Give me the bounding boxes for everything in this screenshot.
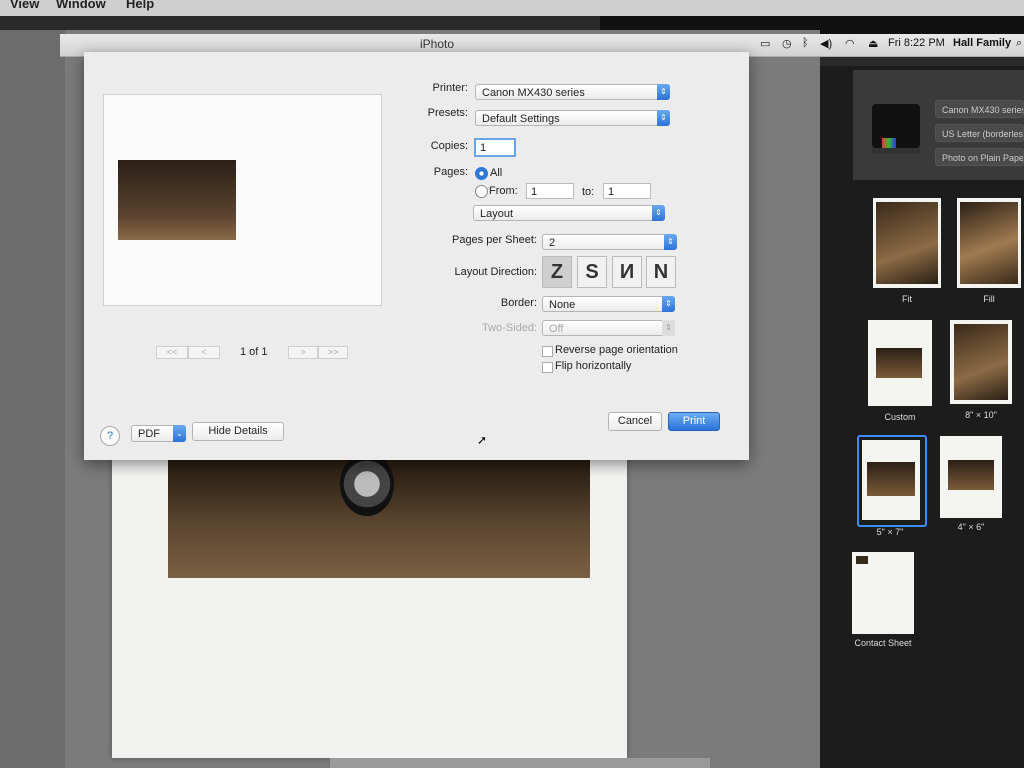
popup-arrows-icon: ⇕ (662, 296, 675, 312)
menu-bar: View Window Help (0, 0, 1024, 16)
menu-window[interactable]: Window (56, 0, 106, 11)
layout-direction-n-icon[interactable]: N (646, 256, 676, 288)
media-type-button[interactable]: Photo on Plain Paper (935, 148, 1024, 166)
time-machine-icon[interactable]: ◷ (782, 37, 792, 50)
section-popup[interactable]: Layout ⇕ (473, 205, 665, 221)
page-counter: 1 of 1 (240, 346, 268, 358)
reverse-orientation-checkbox[interactable] (542, 346, 553, 357)
last-page-button[interactable]: >> (318, 346, 348, 359)
to-input[interactable]: 1 (603, 183, 651, 199)
border-popup[interactable]: None ⇕ (542, 296, 675, 312)
bluetooth-icon[interactable]: ᛒ (802, 37, 809, 49)
presets-value: Default Settings (482, 113, 560, 125)
to-label: to: (582, 186, 595, 198)
pages-all-label: All (490, 167, 503, 179)
cancel-button[interactable]: Cancel (608, 412, 662, 431)
layout-direction-label: Layout Direction: (454, 266, 537, 278)
two-sided-label: Two-Sided: (481, 322, 537, 334)
from-input[interactable]: 1 (526, 183, 574, 199)
printer-value: Canon MX430 series (482, 87, 585, 99)
layout-direction-z-icon[interactable]: Z (542, 256, 572, 288)
user-name[interactable]: Hall Family (953, 37, 1011, 49)
eject-icon[interactable]: ⏏ (868, 37, 878, 50)
popup-arrows-icon: ⇕ (657, 84, 670, 100)
popup-arrows-icon: ⇕ (652, 205, 665, 221)
popup-arrows-icon: ⇕ (662, 320, 675, 336)
wifi-icon[interactable]: ◠ (845, 37, 855, 50)
pdf-label: PDF (138, 428, 160, 440)
printer-icon (872, 104, 920, 154)
section-value: Layout (480, 208, 514, 220)
first-page-button[interactable]: << (156, 346, 188, 359)
paper-size-button[interactable]: US Letter (borderless) (935, 124, 1024, 142)
tile-label-5x7: 5" × 7" (876, 527, 904, 537)
spotlight-icon[interactable]: ⌕ (1016, 37, 1022, 50)
prev-page-button[interactable]: < (188, 346, 220, 359)
airplay-icon[interactable]: ▭ (760, 37, 770, 50)
printer-popup[interactable]: Canon MX430 series ⇕ (475, 84, 670, 100)
printer-label: Printer: (432, 82, 468, 94)
reverse-orientation-label: Reverse page orientation (555, 344, 678, 356)
hide-details-button[interactable]: Hide Details (192, 422, 284, 441)
copies-input[interactable]: 1 (474, 138, 516, 157)
popup-arrows-icon: ⇕ (657, 110, 670, 126)
bottom-toolbar (330, 758, 710, 768)
border-value: None (549, 299, 576, 311)
theme-tile-fill[interactable] (957, 198, 1021, 288)
flip-horizontally-label: Flip horizontally (555, 360, 632, 372)
two-sided-value: Off (549, 323, 564, 335)
pages-per-sheet-label: Pages per Sheet: (451, 234, 537, 246)
theme-tile-fit[interactable] (873, 198, 941, 288)
next-page-button[interactable]: > (288, 346, 318, 359)
presets-popup[interactable]: Default Settings ⇕ (475, 110, 670, 126)
theme-tile-8x10[interactable] (950, 320, 1012, 404)
printer-select-button[interactable]: Canon MX430 series (935, 100, 1024, 118)
theme-tile-contact-sheet[interactable] (852, 552, 914, 634)
presets-label: Presets: (427, 107, 468, 119)
tile-label-8x10: 8" × 10" (965, 410, 997, 420)
left-margin (0, 30, 65, 768)
print-button[interactable]: Print (668, 412, 720, 431)
mouse-cursor-icon: ➚ (477, 433, 488, 447)
theme-tile-5x7[interactable] (862, 440, 920, 520)
pdf-menu-button[interactable]: PDF ⌄ (131, 425, 186, 442)
menu-view[interactable]: View (10, 0, 39, 11)
tile-label-fill: Fill (983, 294, 995, 304)
flip-horizontally-checkbox[interactable] (542, 362, 553, 373)
tile-label-custom: Custom (884, 412, 916, 422)
tile-label-4x6: 4" × 6" (957, 522, 985, 532)
help-button[interactable]: ? (100, 426, 120, 446)
chevron-down-icon: ⌄ (173, 425, 186, 442)
clock-text[interactable]: Fri 8:22 PM (888, 37, 945, 49)
theme-tile-custom[interactable] (868, 320, 932, 406)
two-sided-popup: Off ⇕ (542, 320, 675, 336)
menu-help[interactable]: Help (126, 0, 154, 11)
theme-tile-4x6[interactable] (940, 436, 1002, 518)
dialog-photo-thumbnail (118, 160, 236, 240)
tile-label-contact-sheet: Contact Sheet (854, 638, 912, 648)
popup-arrows-icon: ⇕ (664, 234, 677, 250)
photo-wheel (340, 452, 394, 516)
volume-icon[interactable]: ◀) (820, 37, 832, 50)
copies-label: Copies: (430, 140, 468, 152)
pages-label: Pages: (433, 166, 468, 178)
pages-per-sheet-popup[interactable]: 2 ⇕ (542, 234, 677, 250)
pages-per-sheet-value: 2 (549, 237, 556, 249)
layout-direction-s-icon[interactable]: S (577, 256, 607, 288)
tile-label-fit: Fit (902, 294, 912, 304)
pages-from-radio[interactable] (475, 185, 488, 198)
border-label: Border: (500, 297, 537, 309)
layout-direction-n-reverse-icon[interactable]: И (612, 256, 642, 288)
pages-from-label: From: (489, 185, 518, 197)
window-title: iPhoto (420, 37, 455, 51)
pages-all-radio[interactable] (475, 167, 488, 180)
